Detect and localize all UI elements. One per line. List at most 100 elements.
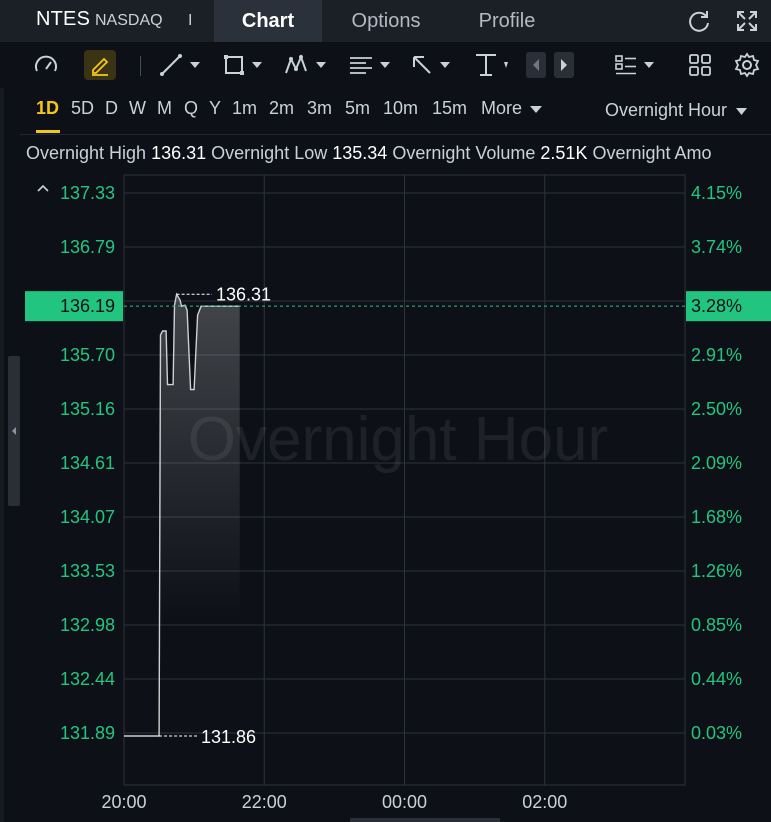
timeframe-d[interactable]: D (105, 98, 118, 119)
text-tool[interactable] (348, 50, 390, 80)
line-tool-icon (160, 54, 182, 76)
y-tick-label-pct: 2.91% (691, 345, 742, 365)
arrow-tool-icon (413, 56, 431, 74)
tab-options-label: Options (351, 10, 421, 32)
settings-tool[interactable] (734, 50, 760, 80)
caret-down-icon (252, 62, 262, 68)
volume-value: 2.51K (540, 143, 588, 163)
collapse-up-icon[interactable] (37, 184, 49, 192)
indicators-tool[interactable] (614, 50, 654, 80)
x-axis[interactable]: 20:00 22:00 00:00 02:00 (101, 792, 567, 812)
layout-tool[interactable] (688, 50, 712, 80)
timeframe-5d[interactable]: 5D (71, 98, 94, 119)
high-label: Overnight High (26, 143, 147, 163)
tab-chart[interactable]: Chart (214, 0, 322, 42)
y-tick-label: 134.07 (60, 507, 115, 527)
active-timeframe-underline (36, 130, 60, 133)
overnight-stats: Overnight High 136.31 Overnight Low 135.… (26, 143, 712, 164)
session-selector[interactable]: Overnight Hour (605, 100, 748, 121)
horizontal-scrollbar[interactable] (350, 818, 500, 822)
timeframe-w[interactable]: W (129, 98, 146, 119)
header-separator: I (188, 12, 193, 29)
high-marker-label: 136.31 (216, 284, 271, 304)
text-tool-icon (350, 57, 372, 74)
caret-down-icon (736, 107, 748, 115)
pencil-tool[interactable] (84, 50, 116, 80)
y-tick-label: 135.16 (60, 399, 115, 419)
session-label: Overnight Hour (605, 100, 728, 120)
y-tick-label: 134.61 (60, 453, 115, 473)
timeframe-bar: 1D 5D D W M Q Y 1m 2m 3m 5m 10m 15m More… (0, 88, 771, 134)
y-tick-label-pct: 1.26% (691, 561, 742, 581)
measure-tool-icon (476, 54, 496, 76)
pencil-icon (92, 57, 109, 76)
area-fill (160, 294, 240, 620)
caret-small-icon (504, 62, 508, 68)
y-tick-label-pct: 3.74% (691, 237, 742, 257)
toolbar-divider (140, 56, 141, 76)
speedometer-tool[interactable] (32, 50, 60, 80)
y-tick-label-pct: 0.85% (691, 615, 742, 635)
scroll-left-button[interactable] (526, 52, 546, 78)
layout-icon (689, 54, 711, 76)
timeframe-5m[interactable]: 5m (345, 98, 370, 119)
low-label: Overnight Low (211, 143, 328, 163)
pattern-tool-icon (285, 54, 307, 74)
timeframe-3m[interactable]: 3m (307, 98, 332, 119)
y-tick-label-pct: 0.03% (691, 723, 742, 743)
amount-label: Overnight Amo (592, 143, 712, 163)
caret-down-icon (380, 62, 390, 68)
y-axis-right[interactable]: 4.15% 3.74% 2.91% 2.50% 2.09% 1.68% 1.26% 0.85%… (691, 183, 742, 743)
timeframe-m[interactable]: M (157, 98, 172, 119)
timeframe-q[interactable]: Q (184, 98, 198, 119)
tab-options[interactable]: Options (330, 0, 442, 42)
timeframe-10m[interactable]: 10m (383, 98, 418, 119)
toolbar-divider-line (20, 134, 771, 135)
current-pct-value: 3.28% (691, 296, 742, 316)
y-tick-label: 132.98 (60, 615, 115, 635)
timeframe-1d[interactable]: 1D (36, 98, 59, 119)
y-tick-label: 132.44 (60, 669, 115, 689)
header-bar: NTES NASDAQ I Chart Options Profile (0, 0, 771, 42)
timeframe-1m[interactable]: 1m (232, 98, 257, 119)
tab-profile-label: Profile (478, 10, 536, 32)
low-marker-label: 131.86 (201, 727, 256, 747)
expand-icon[interactable] (734, 8, 760, 34)
rectangle-tool[interactable] (222, 50, 262, 80)
y-axis-left[interactable]: 137.33 136.79 135.70 135.16 134.61 134.07 133.… (60, 183, 115, 743)
chart-watermark: Overnight Hour (188, 405, 608, 474)
timeframe-more[interactable]: More (481, 98, 543, 119)
current-price-value: 136.19 (60, 296, 115, 316)
y-tick-label: 137.33 (60, 183, 115, 203)
tab-profile[interactable]: Profile (458, 0, 556, 42)
y-tick-label: 135.70 (60, 345, 115, 365)
arrow-tool[interactable] (410, 50, 450, 80)
line-tool[interactable] (158, 50, 200, 80)
caret-down-icon (316, 62, 326, 68)
y-tick-label-pct: 2.50% (691, 399, 742, 419)
drawing-toolbar (0, 42, 771, 88)
exchange-label: NASDAQ (95, 12, 163, 29)
speedometer-icon (35, 55, 57, 72)
pattern-tool[interactable] (284, 50, 326, 80)
caret-down-icon (644, 62, 654, 68)
ticker-symbol: NTES (36, 8, 91, 30)
timeframe-15m[interactable]: 15m (432, 98, 467, 119)
price-chart[interactable]: Overnight Hour 136.31 131.86 137.33 136.79… (0, 170, 771, 822)
y-tick-label: 131.89 (60, 723, 115, 743)
caret-down-icon (530, 105, 543, 113)
y-tick-label: 133.53 (60, 561, 115, 581)
timeframe-2m[interactable]: 2m (269, 98, 294, 119)
x-tick-label: 00:00 (382, 792, 427, 812)
scroll-left-icon (533, 59, 539, 71)
scroll-right-button[interactable] (554, 52, 574, 78)
y-tick-label-pct: 0.44% (691, 669, 742, 689)
refresh-icon[interactable] (686, 8, 712, 34)
timeframe-y[interactable]: Y (209, 98, 221, 119)
side-panel-handle[interactable] (8, 356, 20, 506)
chart-canvas[interactable]: Overnight Hour 136.31 131.86 137.33 136.79… (0, 170, 771, 822)
high-value: 136.31 (151, 143, 207, 163)
rectangle-tool-icon (224, 55, 244, 75)
measure-tool[interactable] (474, 50, 508, 80)
volume-label: Overnight Volume (392, 143, 536, 163)
